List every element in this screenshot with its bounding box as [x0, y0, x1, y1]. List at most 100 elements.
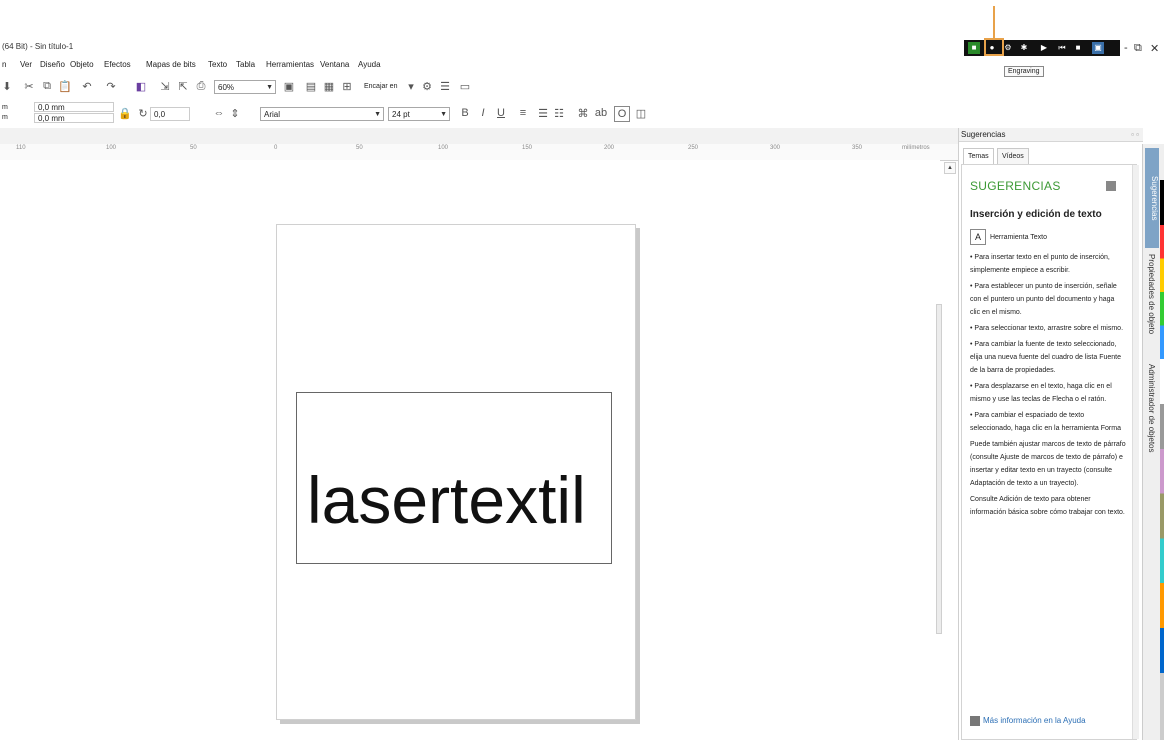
lock-ratio-icon[interactable]: 🔒	[118, 106, 132, 120]
bullet-list-icon[interactable]: ☰	[536, 106, 550, 120]
minimize-button[interactable]: -	[1124, 42, 1128, 54]
copy-icon[interactable]: ⧉	[40, 79, 54, 93]
undo-icon[interactable]: ↶	[80, 79, 94, 93]
tab-videos[interactable]: Vídeos	[997, 148, 1029, 165]
play-icon[interactable]: ▶	[1038, 42, 1050, 54]
snap-to-dropdown[interactable]: Encajar en	[364, 83, 397, 90]
stop-icon[interactable]: ■	[1072, 42, 1084, 54]
ruler-tick: 350	[852, 145, 863, 151]
edit-text-icon[interactable]: ab	[594, 106, 608, 120]
welcome-screen-icon[interactable]: ▭	[458, 79, 472, 93]
hint-paragraph: Puede también ajustar marcos de texto de…	[970, 441, 1126, 487]
text-properties-icon[interactable]: ⌘	[576, 106, 590, 120]
mirror-vertical-icon[interactable]: ⇕	[228, 106, 242, 120]
menu-herramientas[interactable]: Herramientas	[266, 60, 314, 69]
menu-bar: n Ver Diseño Objeto Efectos Mapas de bit…	[0, 56, 940, 74]
color-palette[interactable]	[1160, 180, 1164, 740]
gear-icon[interactable]: ✱	[1018, 42, 1030, 54]
redo-icon[interactable]: ↷	[104, 79, 118, 93]
zoom-level-value: 60%	[218, 83, 235, 92]
hint-bullet: • Para cambiar la fuente de texto selecc…	[970, 341, 1121, 374]
publish-pdf-icon[interactable]: ⎙	[194, 79, 208, 93]
text-align-icon[interactable]: ≡	[516, 106, 530, 120]
rotation-field[interactable]: 0,0	[150, 107, 190, 121]
hint-bullet: • Para desplazarse en el texto, haga cli…	[970, 383, 1112, 403]
docker-title: Sugerencias	[961, 130, 1006, 139]
font-size-select[interactable]: 24 pt ▼	[388, 107, 450, 121]
guidelines-icon[interactable]: ⊞	[340, 79, 354, 93]
tool-row: A Herramienta Texto	[970, 229, 1047, 245]
hint-bullets: • Para insertar texto en el punto de ins…	[970, 251, 1126, 522]
ruler-tick: 50	[190, 145, 197, 151]
save-icon[interactable]: ⬇	[0, 79, 14, 93]
height-field[interactable]: 0,0 mm	[34, 113, 114, 123]
menu-ventana[interactable]: Ventana	[320, 60, 349, 69]
horizontal-text-icon[interactable]: O	[614, 106, 630, 122]
menu-tabla[interactable]: Tabla	[236, 60, 255, 69]
window-icon[interactable]: ▣	[1092, 42, 1104, 54]
height-value: 0,0 mm	[38, 114, 65, 123]
hints-scrollbar[interactable]	[1132, 165, 1139, 739]
grid-icon[interactable]: ▦	[322, 79, 336, 93]
cut-icon[interactable]: ✂	[22, 79, 36, 93]
tab-temas[interactable]: Temas	[963, 148, 994, 165]
import-icon[interactable]: ⇲	[158, 79, 172, 93]
application-launcher-icon[interactable]: ☰	[438, 79, 452, 93]
skip-back-icon[interactable]: ⏮	[1056, 42, 1068, 54]
corel-connect-icon[interactable]: ◧	[134, 79, 148, 93]
italic-icon[interactable]: I	[476, 106, 490, 120]
hint-bullet: • Para seleccionar texto, arrastre sobre…	[970, 325, 1124, 332]
side-tab-administrador[interactable]: Administrador de objetos	[1147, 364, 1156, 453]
close-button[interactable]: ✕	[1150, 42, 1159, 55]
bold-icon[interactable]: B	[458, 106, 472, 120]
rotation-value: 0,0	[154, 110, 166, 119]
menu-diseno[interactable]: Diseño	[40, 60, 65, 69]
chevron-down-icon: ▼	[440, 111, 447, 118]
full-screen-icon[interactable]: ▣	[282, 79, 296, 93]
vertical-text-icon[interactable]: ◫	[634, 106, 648, 120]
width-field[interactable]: 0,0 mm	[34, 102, 114, 112]
text-object-frame[interactable]: lasertextil	[296, 392, 612, 564]
menu-archivo[interactable]: n	[2, 60, 6, 69]
options-icon[interactable]: ⚙	[420, 79, 434, 93]
chevron-down-icon: ▼	[374, 111, 381, 118]
menu-ver[interactable]: Ver	[20, 60, 32, 69]
ruler-unit: milímetros	[902, 145, 930, 151]
ruler-tick: 100	[106, 145, 117, 151]
scroll-up-icon[interactable]: ▲	[944, 162, 956, 174]
book-icon[interactable]	[1106, 181, 1116, 191]
width-value: 0,0 mm	[38, 103, 65, 112]
vertical-scrollbar[interactable]	[936, 304, 942, 634]
ruler-corner-strip	[0, 128, 958, 145]
font-list-select[interactable]: Arial ▼	[260, 107, 384, 121]
help-book-icon	[970, 716, 980, 726]
ruler-tick: 110	[16, 145, 26, 151]
hint-paragraph: Consulte Adición de texto para obtener i…	[970, 496, 1125, 516]
tooltip-engraving: Engraving	[1004, 66, 1044, 77]
underline-icon[interactable]: U	[494, 106, 508, 120]
document-text[interactable]: lasertextil	[307, 467, 586, 533]
zoom-level-select[interactable]: 60% ▼	[214, 80, 276, 94]
menu-texto[interactable]: Texto	[208, 60, 227, 69]
paste-icon[interactable]: 📋	[58, 79, 72, 93]
ruler-tick: 50	[356, 145, 363, 151]
chevron-down-icon: ▾	[408, 80, 414, 93]
docker-controls-icon[interactable]: ▫ ▫	[1131, 128, 1139, 142]
menu-ayuda[interactable]: Ayuda	[358, 60, 381, 69]
highlight-box	[984, 38, 1004, 56]
mirror-horizontal-icon[interactable]: ⇔	[212, 106, 226, 120]
side-tab-sugerencias[interactable]: Sugerencias	[1145, 148, 1159, 248]
export-icon[interactable]: ⇱	[176, 79, 190, 93]
help-link[interactable]: Más información en la Ayuda	[970, 716, 1086, 726]
restore-button[interactable]: ⧉	[1134, 42, 1142, 55]
rulers-icon[interactable]: ▤	[304, 79, 318, 93]
drop-cap-icon[interactable]: ☷	[552, 106, 566, 120]
cut-tool-icon[interactable]: ■	[968, 42, 980, 54]
ruler-tick: 200	[604, 145, 615, 151]
menu-efectos[interactable]: Efectos	[104, 60, 131, 69]
horizontal-ruler[interactable]: 110 100 50 0 50 100 150 200 250 300 350 …	[0, 144, 958, 161]
menu-objeto[interactable]: Objeto	[70, 60, 94, 69]
side-tab-propiedades[interactable]: Propiedades de objeto	[1147, 254, 1156, 334]
font-size-value: 24 pt	[392, 110, 410, 119]
menu-mapas-de-bits[interactable]: Mapas de bits	[146, 60, 196, 69]
